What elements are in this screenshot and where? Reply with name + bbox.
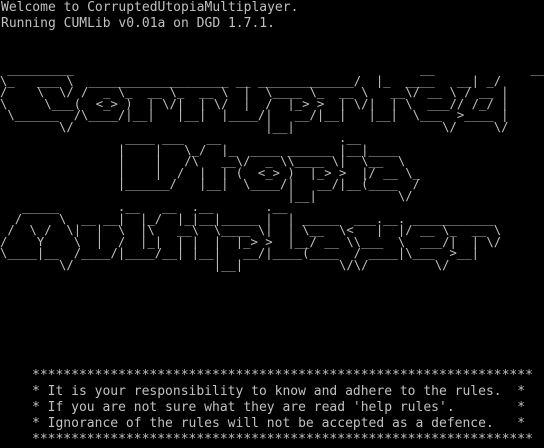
rules-border-top: ****************************************… <box>32 368 533 383</box>
welcome-message: Welcome to CorruptedUtopiaMultiplayer. <box>1 0 299 15</box>
rules-line-responsibility: * It is your responsibility to know and … <box>32 384 526 399</box>
rules-notice-box: ****************************************… <box>32 368 533 448</box>
rules-line-ignorance: * Ignorance of the rules will not be acc… <box>32 416 526 431</box>
rules-border-bottom: ****************************************… <box>32 432 533 447</box>
ascii-art-banner: _________ __ ___ \_ ___ \ ______________… <box>0 62 544 272</box>
terminal-window[interactable]: Welcome to CorruptedUtopiaMultiplayer. R… <box>0 0 544 448</box>
version-message: Running CUMLib v0.01a on DGD 1.7.1. <box>1 16 275 31</box>
rules-line-help: * If you are not sure what they are read… <box>32 400 526 415</box>
